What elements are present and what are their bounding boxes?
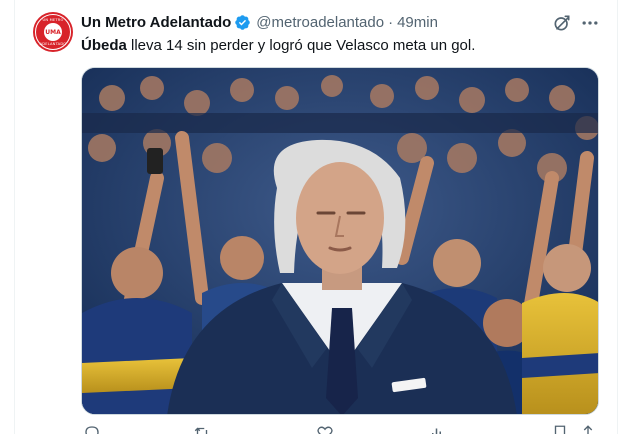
- avatar-logo-bottom-text: ADELANTADO: [39, 42, 67, 46]
- tweet-text: Úbeda lleva 14 sin perder y logró que Ve…: [81, 36, 475, 56]
- like-icon[interactable]: [316, 424, 334, 434]
- share-icon[interactable]: [579, 424, 597, 434]
- tweet-text-mention[interactable]: Úbeda: [81, 37, 127, 54]
- avatar-logo-center-text: UMA: [44, 23, 62, 41]
- views-icon[interactable]: [429, 424, 447, 434]
- avatar[interactable]: UN METRO UMA ADELANTADO: [33, 12, 73, 52]
- photo-crowd-man-in-suit: [82, 68, 598, 414]
- user-handle[interactable]: @metroadelantado: [256, 14, 384, 31]
- verified-badge-icon[interactable]: [234, 14, 251, 31]
- timeline-border-right: [617, 0, 618, 434]
- tweet-header: Un Metro Adelantado @metroadelantado · 4…: [81, 12, 438, 32]
- reply-icon[interactable]: [83, 424, 101, 434]
- photo-phone: [147, 148, 163, 174]
- tweet-text-body: lleva 14 sin perder y logró que Velasco …: [126, 37, 476, 54]
- display-name[interactable]: Un Metro Adelantado: [81, 14, 231, 31]
- bookmark-icon[interactable]: [551, 424, 569, 434]
- timestamp[interactable]: 49min: [397, 14, 438, 31]
- retweet-icon[interactable]: [193, 424, 211, 434]
- grok-icon[interactable]: [552, 13, 572, 33]
- separator-dot: ·: [388, 13, 394, 31]
- more-icon[interactable]: [580, 13, 600, 33]
- avatar-logo-top-text: UN METRO: [42, 18, 64, 22]
- timeline-border-left: [14, 0, 15, 434]
- tweet-photo[interactable]: [81, 67, 599, 415]
- tweet-actions: [81, 424, 599, 434]
- avatar-logo: UN METRO UMA ADELANTADO: [35, 14, 71, 50]
